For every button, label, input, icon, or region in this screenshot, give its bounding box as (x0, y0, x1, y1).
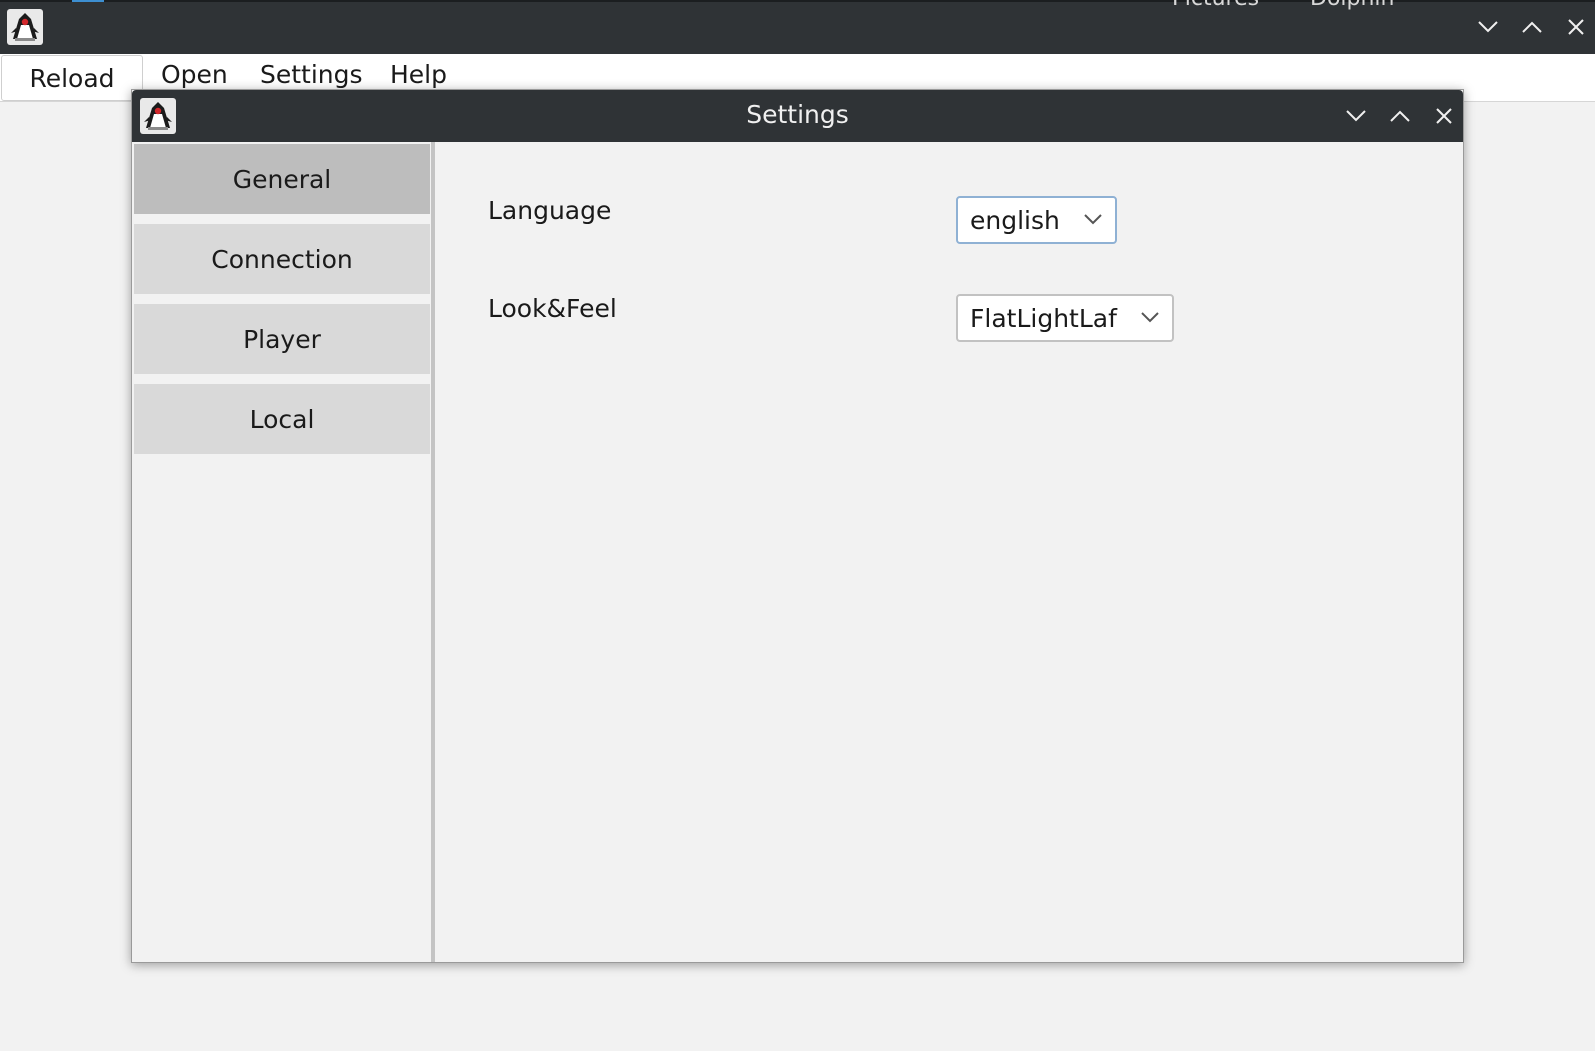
menu-settings[interactable]: Settings (260, 60, 363, 89)
tab-local[interactable]: Local (134, 384, 430, 454)
close-icon (1568, 19, 1584, 35)
dialog-titlebar[interactable]: Settings (132, 90, 1463, 142)
close-button[interactable] (1554, 11, 1595, 43)
peek-text-dolphin: Dolphin (1310, 0, 1394, 11)
chevron-down-icon (1141, 312, 1159, 323)
reload-button[interactable]: Reload (1, 55, 143, 101)
close-icon (1436, 108, 1452, 124)
chevron-up-icon (1522, 21, 1542, 33)
language-select[interactable]: english (956, 196, 1117, 244)
language-label: Language (488, 196, 612, 225)
chevron-down-icon (1346, 110, 1366, 122)
dialog-close-button[interactable] (1422, 100, 1466, 132)
chevron-up-icon (1390, 110, 1410, 122)
dialog-window-controls (1334, 100, 1466, 132)
tab-general[interactable]: General (134, 144, 430, 214)
menu-help[interactable]: Help (390, 60, 447, 89)
language-select-value: english (970, 205, 1060, 235)
general-settings-panel: Language english Look&Feel FlatLightLaf (435, 142, 1463, 962)
minimize-button[interactable] (1466, 11, 1510, 43)
main-titlebar: Pictures Dolphin (0, 0, 1595, 54)
peek-text-pictures: Pictures (1172, 0, 1259, 11)
look-and-feel-select[interactable]: FlatLightLaf (956, 294, 1174, 342)
dialog-body: General Connection Player Local Language… (132, 142, 1463, 962)
look-and-feel-label: Look&Feel (488, 294, 617, 323)
dialog-maximize-button[interactable] (1378, 100, 1422, 132)
dialog-minimize-button[interactable] (1334, 100, 1378, 132)
settings-sidebar: General Connection Player Local (132, 142, 430, 962)
java-duke-icon (7, 9, 43, 45)
look-and-feel-select-value: FlatLightLaf (970, 303, 1117, 333)
tab-player[interactable]: Player (134, 304, 430, 374)
tab-connection[interactable]: Connection (134, 224, 430, 294)
peek-indicator (72, 0, 104, 2)
settings-dialog: Settings General Connection Player Local… (131, 89, 1464, 963)
menu-open[interactable]: Open (161, 60, 228, 89)
dialog-title: Settings (746, 100, 849, 129)
chevron-down-icon (1084, 214, 1102, 225)
main-window-controls (1466, 11, 1595, 43)
chevron-down-icon (1478, 21, 1498, 33)
maximize-button[interactable] (1510, 11, 1554, 43)
